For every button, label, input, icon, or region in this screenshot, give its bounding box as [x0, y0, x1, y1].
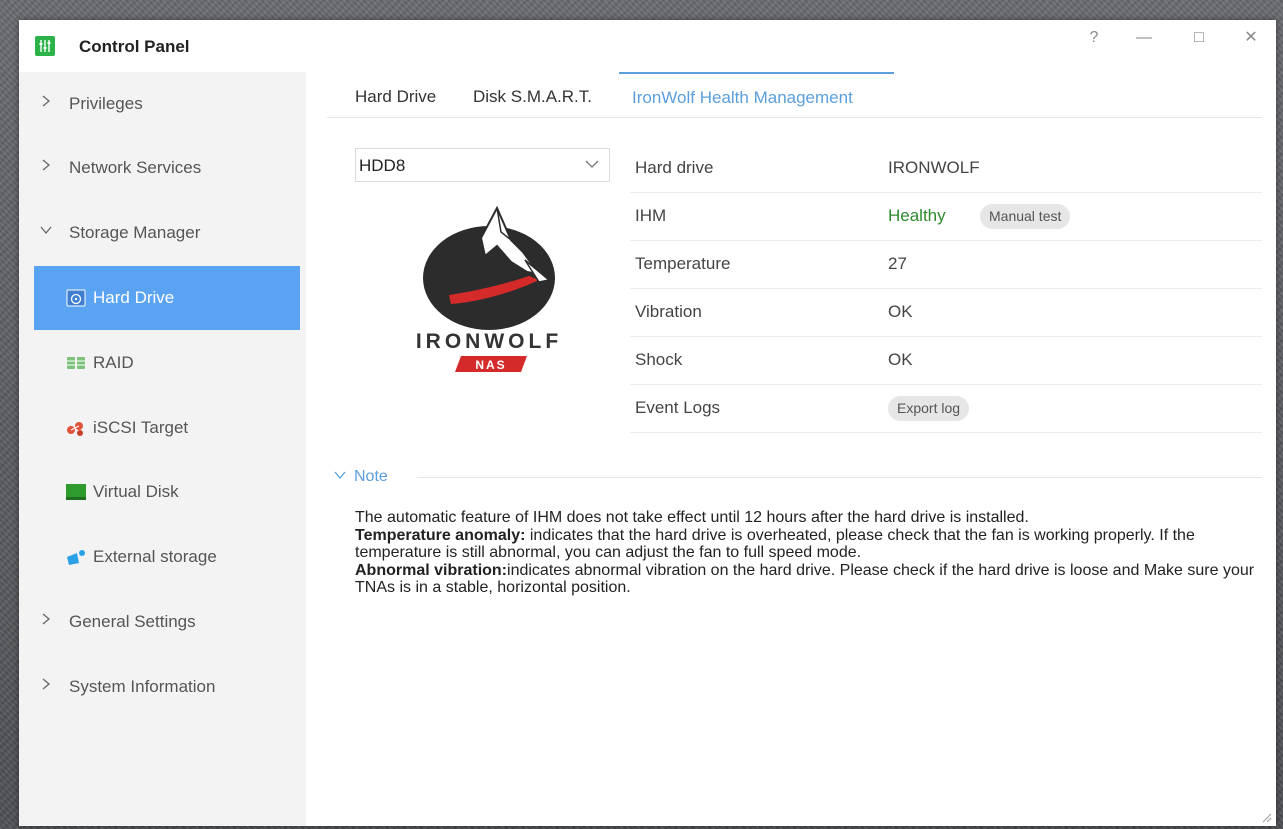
sidebar-item-hard-drive[interactable]: Hard Drive	[34, 266, 300, 330]
sidebar-item-storage-manager[interactable]: Storage Manager	[19, 201, 300, 265]
title-bar[interactable]: Control Panel ? — □ ✕	[19, 20, 1276, 72]
info-row-hard-drive: Hard drive IRONWOLF	[630, 145, 1262, 193]
note-temperature-anomaly: Temperature anomaly: indicates that the …	[355, 527, 1255, 562]
sidebar-item-privileges[interactable]: Privileges	[19, 72, 300, 136]
sidebar-item-label: System Information	[69, 677, 216, 696]
sidebar-item-system-information[interactable]: System Information	[19, 655, 300, 719]
chevron-right-icon	[42, 678, 51, 690]
sidebar-item-label: External storage	[93, 547, 217, 566]
chevron-down-icon	[40, 226, 52, 235]
chevron-right-icon	[42, 95, 51, 107]
tab-hard-drive[interactable]: Hard Drive	[355, 72, 436, 118]
info-row-shock: Shock OK	[630, 337, 1262, 385]
sidebar-item-label: Hard Drive	[93, 288, 175, 307]
note-heading: Abnormal vibration:	[355, 561, 508, 579]
info-row-ihm: IHM Healthy Manual test	[630, 193, 1262, 241]
logo-brand-text: IRONWOLF	[416, 330, 562, 353]
tab-bar: Hard Drive Disk S.M.A.R.T. IronWolf Heal…	[327, 72, 1262, 118]
note-line: The automatic feature of IHM does not ta…	[355, 509, 1029, 526]
sidebar-item-network-services[interactable]: Network Services	[19, 136, 300, 200]
chevron-right-icon	[42, 613, 51, 625]
ihm-status: Healthy	[888, 206, 946, 225]
sidebar-item-external-storage[interactable]: External storage	[19, 525, 300, 589]
control-panel-window: Control Panel ? — □ ✕ Privileges Network…	[19, 20, 1276, 826]
sidebar-item-label: General Settings	[69, 612, 196, 631]
help-button[interactable]: ?	[1079, 25, 1109, 51]
info-label: Shock	[635, 350, 683, 369]
sidebar: Privileges Network Services Storage Mana…	[19, 72, 306, 826]
chevron-down-icon	[585, 160, 599, 168]
virtual-disk-icon	[66, 484, 86, 500]
sidebar-item-label: Virtual Disk	[93, 482, 179, 501]
window-title: Control Panel	[79, 37, 190, 56]
chevron-right-icon	[42, 159, 51, 171]
hard-drive-icon	[66, 289, 86, 307]
ironwolf-logo: IRONWOLF NAS	[416, 205, 562, 372]
control-panel-app-icon	[35, 36, 55, 56]
logo-badge-text: NAS	[475, 358, 506, 372]
minimize-button[interactable]: —	[1129, 25, 1159, 51]
sidebar-item-raid[interactable]: RAID	[19, 331, 300, 395]
info-label: Temperature	[635, 254, 731, 273]
external-storage-icon	[67, 550, 85, 565]
sidebar-item-label: RAID	[93, 353, 134, 372]
info-row-event-logs: Event Logs Export log	[630, 385, 1262, 433]
sidebar-item-iscsi-target[interactable]: iSCSI Target	[19, 396, 300, 460]
tab-ironwolf-health-management[interactable]: IronWolf Health Management	[619, 72, 894, 118]
info-row-vibration: Vibration OK	[630, 289, 1262, 337]
info-label: Event Logs	[635, 398, 721, 417]
sidebar-item-label: Privileges	[69, 94, 143, 113]
raid-icon	[67, 357, 85, 369]
info-value: IRONWOLF	[888, 158, 980, 177]
info-label: Hard drive	[635, 158, 714, 177]
info-value: OK	[888, 302, 913, 321]
chevron-down-icon	[334, 471, 346, 480]
export-log-button[interactable]: Export log	[888, 396, 970, 421]
note-section-header[interactable]: Note	[333, 466, 1262, 490]
note-abnormal-vibration: Abnormal vibration:indicates abnormal vi…	[355, 562, 1255, 597]
drive-select-value: HDD8	[359, 156, 406, 175]
drive-select[interactable]: HDD8	[355, 148, 610, 182]
iscsi-icon	[67, 422, 83, 436]
sidebar-item-general-settings[interactable]: General Settings	[19, 590, 300, 654]
close-button[interactable]: ✕	[1236, 25, 1266, 51]
info-value: 27	[888, 254, 907, 273]
note-body: The automatic feature of IHM does not ta…	[355, 509, 1255, 597]
maximize-button[interactable]: □	[1184, 25, 1214, 51]
note-toggle-label[interactable]: Note	[354, 468, 388, 486]
manual-test-button[interactable]: Manual test	[980, 204, 1071, 229]
sidebar-item-label: Storage Manager	[69, 223, 201, 242]
info-label: Vibration	[635, 302, 702, 321]
sidebar-item-label: iSCSI Target	[93, 418, 189, 437]
divider	[417, 477, 1262, 478]
sidebar-item-virtual-disk[interactable]: Virtual Disk	[19, 460, 300, 524]
tab-disk-smart[interactable]: Disk S.M.A.R.T.	[473, 72, 592, 118]
sidebar-item-label: Network Services	[69, 158, 202, 177]
resize-grip-icon[interactable]	[1260, 811, 1272, 823]
info-row-temperature: Temperature 27	[630, 241, 1262, 289]
info-value: OK	[888, 350, 913, 369]
note-heading: Temperature anomaly:	[355, 526, 526, 544]
info-label: IHM	[635, 206, 667, 225]
